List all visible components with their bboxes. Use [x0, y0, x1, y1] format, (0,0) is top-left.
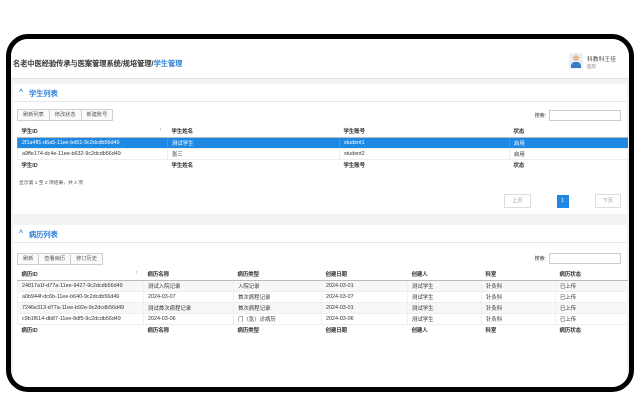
breadcrumb: 名老中医经验传承与医案管理系统/规培管理/学生管理: [13, 59, 182, 69]
column-header-creator[interactable]: 创建人: [407, 269, 482, 281]
prev-page-button[interactable]: 上页: [504, 194, 531, 208]
table-row[interactable]: 2f1a4ff1-d6a5-11ee-bd51-9c2dcdb56d49 测试学…: [17, 137, 628, 149]
refresh-button[interactable]: 刷新: [17, 253, 40, 265]
record-list-panel: ^ 病历列表 刷新 查看病历 修订历史 搜索: 病历ID ↑ 病历名称 病历类型 …: [13, 225, 628, 387]
table-row[interactable]: 7246e313-d77a-11ee-b92e-9c2dcdb56d49 测试首次…: [17, 302, 628, 314]
table-row[interactable]: a0b944f-dc6b-11ee-b640-9c2dcdb56d49 2024-…: [17, 291, 628, 303]
page-number-button[interactable]: 1: [556, 194, 569, 208]
table-footer-row: 病历ID 病历名称 病历类型 创建日期 创建人 科室 病历状态: [17, 323, 628, 335]
app-window: 名老中医经验传承与医案管理系统/规培管理/学生管理 科教科王佳 医院 ^ 学生列…: [6, 34, 634, 392]
student-search: 搜索:: [535, 110, 621, 121]
student-list-panel: ^ 学生列表 刷新列表 修改状态 新建账号 搜索: 学生ID ↑ 学生姓名 学生账…: [13, 84, 628, 214]
revision-history-button[interactable]: 修订历史: [70, 253, 103, 265]
user-menu[interactable]: 科教科王佳 医院: [569, 51, 629, 75]
record-list-header[interactable]: ^ 病历列表: [13, 225, 627, 243]
table-row[interactable]: a9ffe174-dc4e-11ee-b632-9c2dcdb56d49 张三 …: [17, 148, 628, 160]
student-table: 学生ID ↑ 学生姓名 学生账号 状态 2f1a4ff1-d6a5-11ee-bd…: [17, 126, 628, 170]
column-header-record-name[interactable]: 病历名称: [143, 269, 234, 281]
student-list-header[interactable]: ^ 学生列表: [13, 84, 627, 102]
sort-asc-icon: ↑: [135, 270, 138, 276]
record-toolbar: 刷新 查看病历 修订历史: [17, 253, 103, 265]
table-row[interactable]: c9b1f614-db87-11ee-8df5-9c2dcdb56d49 2024…: [17, 313, 628, 325]
search-label: 搜索:: [534, 256, 546, 262]
search-input[interactable]: [549, 253, 621, 264]
user-name: 科教科王佳: [587, 57, 616, 63]
new-account-button[interactable]: 新建账号: [80, 109, 114, 121]
pagination: 上页 1 下页: [504, 194, 621, 208]
user-role: 医院: [587, 64, 596, 69]
chevron-up-icon[interactable]: ^: [19, 230, 23, 237]
column-header-student-name[interactable]: 学生姓名: [167, 126, 340, 138]
column-header-student-account[interactable]: 学生账号: [339, 126, 510, 138]
refresh-list-button[interactable]: 刷新列表: [17, 109, 50, 121]
pagination-info: 显示第 1 至 2 项结果，共 2 项: [19, 181, 83, 186]
search-input[interactable]: [549, 110, 621, 121]
record-search: 搜索:: [535, 253, 621, 264]
column-header-created-date[interactable]: 创建日期: [321, 269, 408, 281]
column-header-record-type[interactable]: 病历类型: [233, 269, 322, 281]
next-page-button[interactable]: 下页: [594, 194, 621, 208]
chevron-up-icon[interactable]: ^: [19, 89, 23, 96]
column-header-record-status[interactable]: 病历状态: [555, 269, 628, 281]
table-row[interactable]: 24817a1f-d77a-11ee-9427-9c2dcdb56d49 测试入院…: [17, 280, 628, 292]
search-label: 搜索:: [534, 113, 546, 119]
top-bar: 名老中医经验传承与医案管理系统/规培管理/学生管理 科教科王佳 医院: [11, 39, 629, 79]
student-toolbar: 刷新列表 修改状态 新建账号: [17, 109, 114, 121]
column-header-student-id[interactable]: 学生ID ↑: [17, 126, 168, 138]
column-header-record-id[interactable]: 病历ID ↑: [17, 269, 144, 281]
change-status-button[interactable]: 修改状态: [48, 109, 82, 121]
column-header-status[interactable]: 状态: [509, 126, 628, 138]
record-list-title: 病历列表: [29, 230, 58, 239]
record-table: 病历ID ↑ 病历名称 病历类型 创建日期 创建人 科室 病历状态 24817a1…: [17, 269, 628, 335]
table-footer-row: 学生ID 学生姓名 学生账号 状态: [17, 158, 628, 170]
sort-asc-icon: ↑: [159, 127, 162, 133]
avatar: [569, 53, 583, 69]
column-header-department[interactable]: 科室: [481, 269, 556, 281]
breadcrumb-path: 名老中医经验传承与医案管理系统/规培管理/: [13, 59, 154, 68]
student-list-title: 学生列表: [29, 89, 58, 98]
breadcrumb-current[interactable]: 学生管理: [154, 59, 183, 68]
view-record-button[interactable]: 查看病历: [38, 253, 72, 265]
